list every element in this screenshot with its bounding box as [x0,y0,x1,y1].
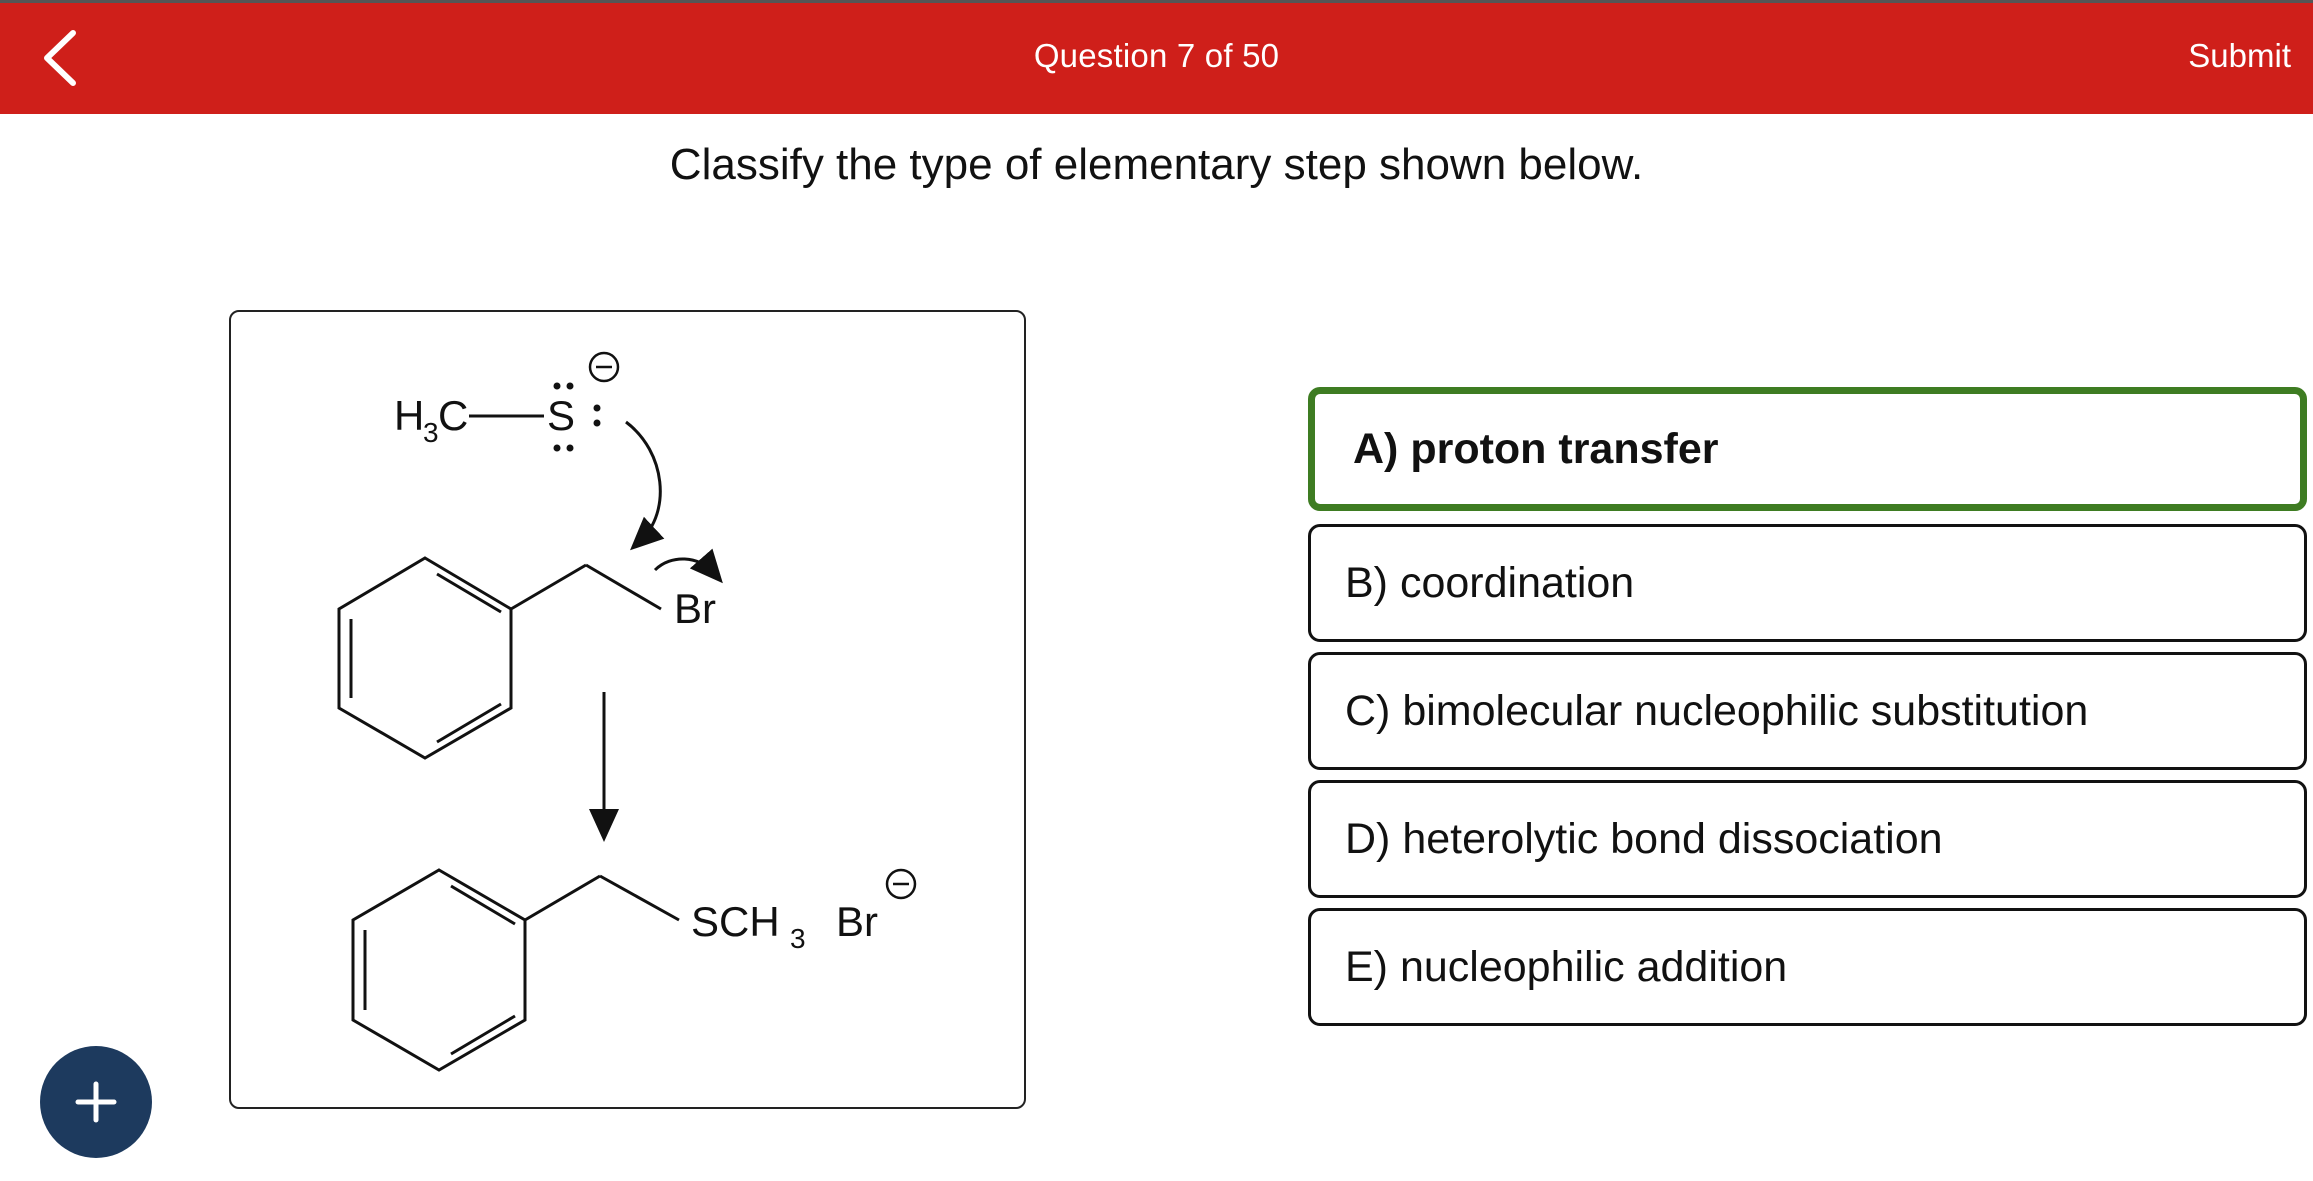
lone-pair-dot [566,444,574,452]
option-b[interactable]: B) coordination [1308,524,2307,642]
reaction-mechanism-drawing: H 3 C S Br SCH 3 Br [337,351,917,1072]
option-e[interactable]: E) nucleophilic addition [1308,908,2307,1026]
lone-pair-dot [566,382,574,390]
lone-pair-dot [553,382,561,390]
option-c[interactable]: C) bimolecular nucleophilic substitution [1308,652,2307,770]
benzene-ring [337,556,513,760]
sulfur-label: S [547,392,575,439]
c-br-bond [585,563,662,611]
c-s-bond [599,874,680,922]
lone-pair-dot [553,444,561,452]
product-subscript-label: 3 [790,923,806,954]
option-label: E) nucleophilic addition [1345,942,1788,991]
curved-arrow [625,420,665,551]
lone-pair-dot [593,404,601,412]
methyl-c-label: C [438,392,468,439]
methyl-subscript-label: 3 [423,417,439,448]
lone-pair-dot [593,419,601,427]
bromine-label: Br [674,585,716,632]
ring-ch2-bond [510,563,587,611]
option-label: A) proton transfer [1353,424,1719,473]
curved-arrow [653,548,723,584]
plus-icon [75,1081,117,1123]
ring-ch2-bond [524,874,601,922]
submit-button[interactable]: Submit [2188,37,2291,75]
option-label: C) bimolecular nucleophilic substitution [1345,686,2089,735]
add-button[interactable] [40,1046,152,1158]
methyl-h-label: H [394,392,424,439]
question-prompt: Classify the type of elementary step sho… [669,140,1644,189]
option-a[interactable]: A) proton transfer [1308,387,2307,511]
reaction-diagram: H 3 C S Br SCH 3 Br [229,310,1026,1109]
option-label: B) coordination [1345,558,1635,607]
top-bar: Question 7 of 50 Submit [0,0,2313,114]
option-d[interactable]: D) heterolytic bond dissociation [1308,780,2307,898]
benzene-ring [351,868,527,1072]
product-sch-label: SCH [691,898,780,945]
bromide-label: Br [836,898,878,945]
option-label: D) heterolytic bond dissociation [1345,814,1943,863]
question-counter: Question 7 of 50 [1033,37,1280,74]
